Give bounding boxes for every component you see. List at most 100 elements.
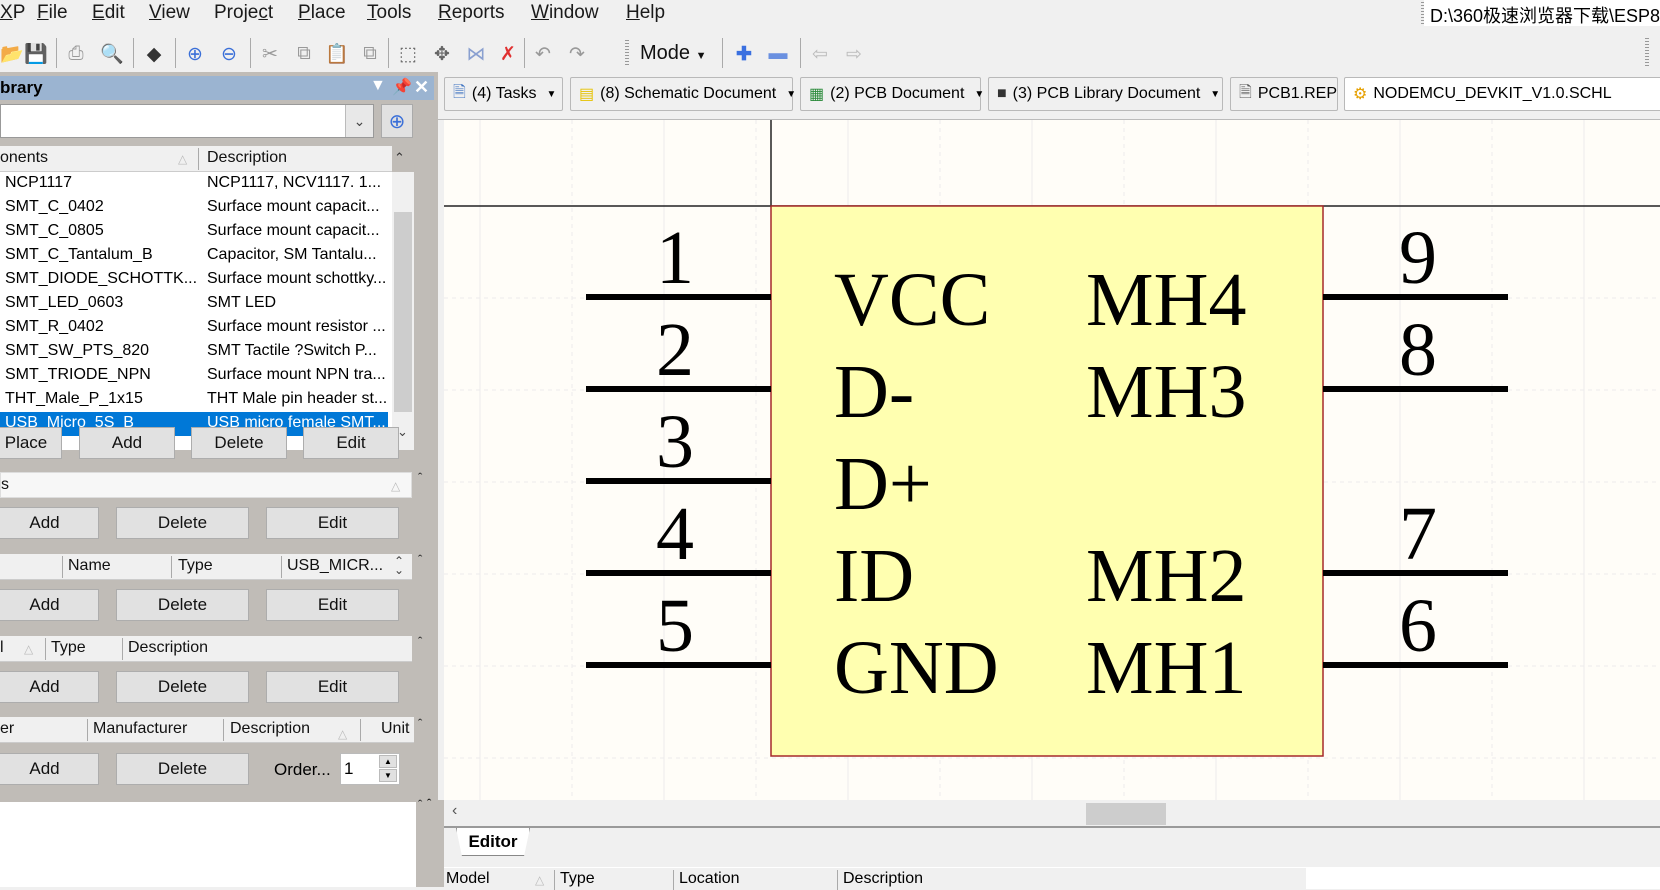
menu-view[interactable]: View <box>149 2 190 24</box>
menu-project[interactable]: Project <box>214 2 273 24</box>
column-description[interactable]: Description <box>207 149 287 167</box>
panel-splitter[interactable]: ˆ <box>424 796 444 887</box>
library-search-button[interactable]: ⊕ <box>381 104 413 138</box>
menu-place[interactable]: Place <box>298 2 346 24</box>
spin-updown-icon[interactable]: ⌃ ⌄ <box>394 555 404 576</box>
list-item[interactable]: SMT_DIODE_SCHOTTK... Surface mount schott… <box>0 268 388 292</box>
clear-filter-icon[interactable]: ✗ <box>496 42 520 66</box>
list-item[interactable]: NCP1117 NCP1117, NCV1117. 1... <box>0 172 388 196</box>
zoom-in-icon[interactable]: ⊕ <box>183 42 207 66</box>
edit-component-button[interactable]: Edit <box>303 427 399 459</box>
remove-part-icon[interactable]: ▬ <box>766 42 790 66</box>
collapse-icon[interactable]: ˆ <box>427 796 431 811</box>
column-divider[interactable] <box>673 870 674 890</box>
add-component-button[interactable]: Add <box>79 427 175 459</box>
next-part-icon[interactable]: ⇨ <box>842 42 866 66</box>
components-scrollbar[interactable]: ⌄ <box>392 172 414 450</box>
delete-pin-button[interactable]: Delete <box>116 589 249 621</box>
column-supplier[interactable]: er <box>0 720 14 738</box>
copy-icon[interactable]: ⧉ <box>292 42 316 66</box>
column-model[interactable]: Model <box>446 870 490 888</box>
place-button[interactable]: Place <box>0 427 62 459</box>
list-item[interactable]: SMT_R_0402 Surface mount resistor ... <box>0 316 388 340</box>
edit-alias-button[interactable]: Edit <box>266 507 399 539</box>
column-divider[interactable] <box>198 148 199 170</box>
chevron-down-icon[interactable]: ⌄ <box>345 105 373 137</box>
delete-alias-button[interactable]: Delete <box>116 507 249 539</box>
tab-tasks[interactable]: 🗎 (4) Tasks ▼ <box>444 77 563 111</box>
column-part[interactable]: USB_MICR... <box>287 557 383 575</box>
column-name[interactable]: Name <box>68 557 111 575</box>
tab-pcb-library-document[interactable]: ■ (3) PCB Library Document ▼ <box>988 77 1223 111</box>
tab-schematic-document[interactable]: ▤ (8) Schematic Document ▼ <box>570 77 796 111</box>
spin-up-icon[interactable]: ▲ <box>379 755 397 768</box>
delete-component-button[interactable]: Delete <box>191 427 287 459</box>
pin-icon[interactable]: 📌 <box>392 77 412 97</box>
column-type[interactable]: Type <box>560 870 595 888</box>
list-item[interactable]: SMT_LED_0603 SMT LED <box>0 292 388 316</box>
library-filter-combo[interactable]: ⌄ <box>0 104 374 138</box>
column-divider[interactable] <box>171 556 172 578</box>
column-description[interactable]: Description <box>843 870 923 888</box>
schematic-canvas[interactable]: 1 VCC 2 D- 3 D+ 4 ID 5 GND 9 MH4 8 MH3 7 MH2 6 MH1 <box>444 120 1660 800</box>
select-area-icon[interactable]: ⬚ <box>396 42 420 66</box>
move-icon[interactable]: ✥ <box>430 42 454 66</box>
add-alias-button[interactable]: Add <box>0 507 99 539</box>
list-item[interactable]: SMT_C_0805 Surface mount capacit... <box>0 220 388 244</box>
add-supplier-button[interactable]: Add <box>0 753 99 785</box>
menu-window[interactable]: Window <box>531 2 599 24</box>
column-divider[interactable] <box>62 556 63 578</box>
collapse-aliases-icon[interactable]: ˆ <box>418 470 432 485</box>
collapse-pins-icon[interactable]: ˆ <box>418 552 432 567</box>
edit-model-button[interactable]: Edit <box>266 671 399 703</box>
paste-icon[interactable]: 📋 <box>325 42 349 66</box>
column-divider[interactable] <box>281 556 282 578</box>
collapse-models-icon[interactable]: ˆ <box>418 634 432 649</box>
add-part-icon[interactable]: ✚ <box>732 42 756 66</box>
column-type[interactable]: Type <box>51 639 86 657</box>
zoom-out-icon[interactable]: ⊖ <box>217 42 241 66</box>
close-icon[interactable]: ✕ <box>414 77 429 98</box>
print-preview-icon[interactable]: 🔍 <box>100 42 124 66</box>
cut-icon[interactable]: ✂ <box>258 42 282 66</box>
list-item[interactable]: THT_Male_P_1x15 THT Male pin header st... <box>0 388 388 412</box>
column-divider[interactable] <box>554 870 555 890</box>
column-divider[interactable] <box>122 638 123 660</box>
column-description[interactable]: Description <box>128 639 208 657</box>
tab-editor[interactable]: Editor <box>456 828 530 856</box>
delete-supplier-button[interactable]: Delete <box>116 753 249 785</box>
scroll-up-icon[interactable]: ⌃ <box>394 150 408 166</box>
delete-model-button[interactable]: Delete <box>116 671 249 703</box>
column-aliases[interactable]: s <box>1 476 9 494</box>
column-type[interactable]: Type <box>178 557 213 575</box>
list-item[interactable]: SMT_TRIODE_NPN Surface mount NPN tra... <box>0 364 388 388</box>
order-quantity-spinner[interactable]: 1 ▲ ▼ <box>340 753 400 785</box>
column-divider[interactable] <box>87 719 88 741</box>
column-divider[interactable] <box>837 870 838 890</box>
menu-edit[interactable]: Edit <box>92 2 125 24</box>
redo-icon[interactable]: ↷ <box>565 42 589 66</box>
add-pin-button[interactable]: Add <box>0 589 99 621</box>
column-model-name[interactable]: l <box>0 639 4 657</box>
document-path-field[interactable]: D:\360极速浏览器下载\ESP8 <box>1424 0 1660 26</box>
column-divider[interactable] <box>223 719 224 741</box>
prev-part-icon[interactable]: ⇦ <box>808 42 832 66</box>
menu-tools[interactable]: Tools <box>367 2 411 24</box>
menu-reports[interactable]: Reports <box>438 2 505 24</box>
column-divider[interactable] <box>45 638 46 660</box>
spin-down-icon[interactable]: ▼ <box>379 769 397 782</box>
menu-xp[interactable]: XP <box>0 2 25 24</box>
tab-pcb1-rep[interactable]: 🗎 PCB1.REP <box>1230 77 1338 111</box>
scrollbar-thumb[interactable] <box>394 212 412 412</box>
print-icon[interactable]: ⎙ <box>64 42 88 66</box>
edit-pin-button[interactable]: Edit <box>266 589 399 621</box>
scroll-left-icon[interactable]: ‹ <box>452 802 457 820</box>
column-location[interactable]: Location <box>679 870 740 888</box>
menu-file[interactable]: File <box>37 2 68 24</box>
panel-menu-icon[interactable]: ▼ <box>370 77 386 95</box>
column-divider[interactable] <box>360 719 361 741</box>
canvas-horizontal-scrollbar[interactable]: ‹ <box>444 800 1660 826</box>
toolbar-grip[interactable] <box>1645 38 1649 66</box>
open-icon[interactable]: 📂 <box>0 42 24 66</box>
menu-help[interactable]: Help <box>626 2 665 24</box>
